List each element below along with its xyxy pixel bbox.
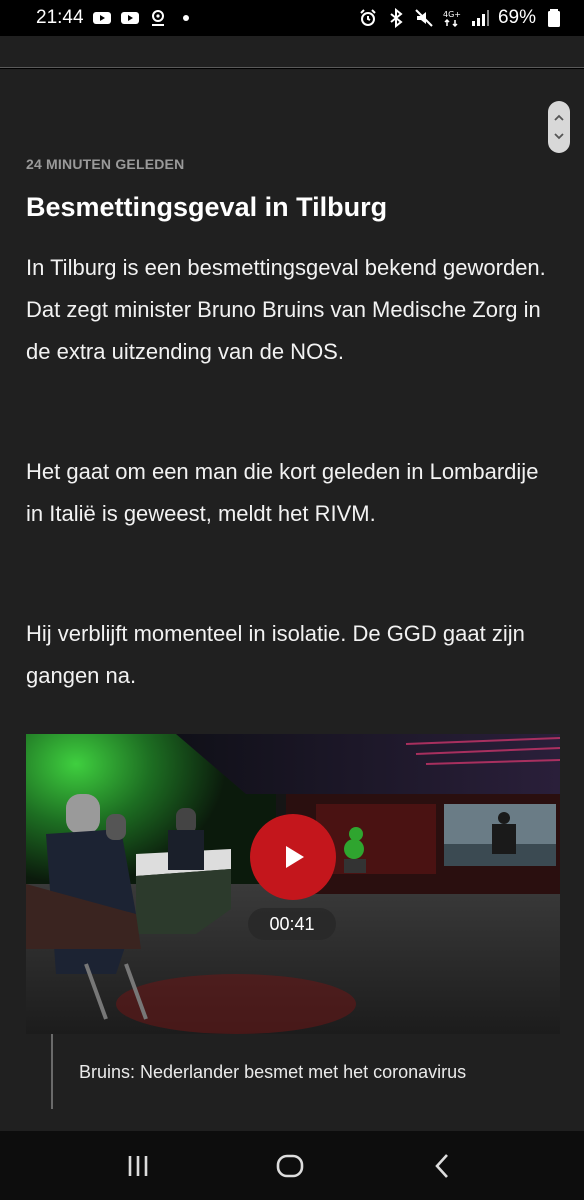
- battery-percent: 69%: [497, 7, 536, 28]
- video-player[interactable]: 00:41: [26, 734, 560, 1034]
- alarm-icon: [360, 9, 376, 26]
- youtube-icon: [120, 12, 139, 24]
- video-caption-block: Bruins: Nederlander besmet met het coron…: [51, 1034, 556, 1109]
- mute-icon: [415, 9, 433, 27]
- status-time: 21:44: [36, 7, 84, 28]
- chevron-up-icon: [554, 114, 564, 121]
- article-paragraph: Hij verblijft momenteel in isolatie. De …: [26, 621, 525, 688]
- video-duration: 00:41: [248, 908, 336, 940]
- article-paragraph: Het gaat om een man die kort geleden in …: [26, 459, 539, 526]
- play-icon: [286, 846, 304, 868]
- battery-icon: [548, 9, 560, 27]
- chevron-down-icon: [554, 133, 564, 140]
- status-bar: 21:44 4G+ 69%: [0, 0, 584, 36]
- article-title: Besmettingsgeval in Tilburg: [26, 192, 388, 222]
- svg-text:4G+: 4G+: [443, 10, 461, 19]
- article-paragraph: In Tilburg is een besmettingsgeval beken…: [26, 255, 546, 364]
- signal-icon: [471, 10, 489, 26]
- bluetooth-icon: [390, 8, 403, 28]
- recent-apps-icon[interactable]: [123, 1151, 153, 1181]
- status-right: 4G+ 69%: [358, 7, 564, 29]
- youtube-icon: [92, 12, 111, 24]
- dot-icon: [182, 15, 189, 21]
- video-caption: Bruins: Nederlander besmet met het coron…: [79, 1062, 467, 1082]
- network-4g-icon: 4G+: [443, 10, 461, 28]
- play-button[interactable]: [250, 814, 336, 900]
- status-left: 21:44: [36, 7, 196, 29]
- article-timestamp: 24 MINUTEN GELEDEN: [26, 156, 185, 172]
- back-icon[interactable]: [428, 1151, 458, 1181]
- location-icon: [151, 10, 164, 26]
- system-nav-bar: [0, 1131, 584, 1200]
- scroll-handle[interactable]: [548, 101, 570, 153]
- article-view[interactable]: 24 MINUTEN GELEDEN Besmettingsgeval in T…: [0, 69, 584, 1131]
- home-icon[interactable]: [275, 1151, 305, 1181]
- app-top-bar: [0, 36, 584, 68]
